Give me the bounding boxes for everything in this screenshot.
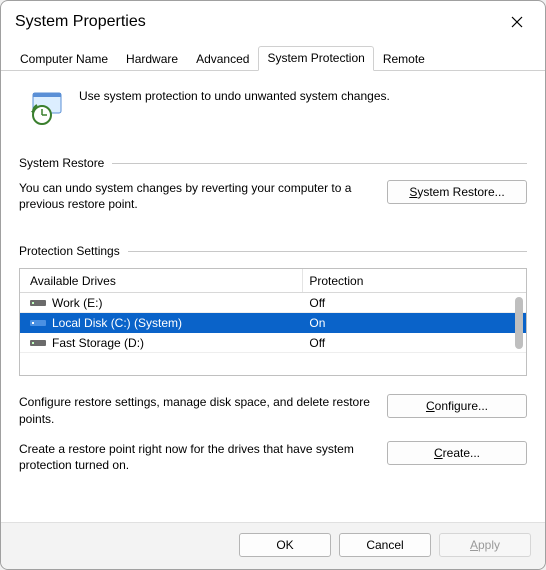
header-available-drives[interactable]: Available Drives <box>20 269 303 292</box>
configure-button[interactable]: Configure... <box>387 394 527 418</box>
section-label: Protection Settings <box>19 244 120 258</box>
drive-row[interactable]: Work (E:) Off <box>20 293 526 313</box>
drive-row[interactable]: Fast Storage (D:) Off <box>20 333 526 353</box>
drive-icon <box>30 337 46 349</box>
mnemonic: A <box>470 538 478 552</box>
button-text: ystem Restore... <box>417 185 504 199</box>
system-restore-row: You can undo system changes by reverting… <box>19 180 527 236</box>
drive-row[interactable]: Local Disk (C:) (System) On <box>20 313 526 333</box>
protection-settings-section-title: Protection Settings <box>19 244 527 258</box>
create-button[interactable]: Create... <box>387 441 527 465</box>
button-text: pply <box>478 538 500 552</box>
titlebar: System Properties <box>1 1 545 39</box>
system-restore-button[interactable]: System Restore... <box>387 180 527 204</box>
drive-icon <box>30 317 46 329</box>
close-button[interactable] <box>497 7 537 37</box>
scrollbar-thumb[interactable] <box>515 297 523 349</box>
drives-header: Available Drives Protection <box>20 269 526 293</box>
mnemonic: C <box>426 399 435 413</box>
close-icon <box>511 16 523 28</box>
tab-computer-name[interactable]: Computer Name <box>11 47 117 71</box>
dialog-footer: OK Cancel Apply <box>1 522 545 569</box>
mnemonic: S <box>409 185 417 199</box>
drives-table: Available Drives Protection Work (E:) Of… <box>20 269 526 375</box>
configure-text: Configure restore settings, manage disk … <box>19 394 375 426</box>
drive-name: Local Disk (C:) (System) <box>52 316 182 330</box>
drive-protection: Off <box>303 336 526 350</box>
configure-row: Configure restore settings, manage disk … <box>19 390 527 436</box>
system-properties-window: System Properties Computer Name Hardware… <box>0 0 546 570</box>
intro-row: Use system protection to undo unwanted s… <box>19 79 527 148</box>
tab-system-protection[interactable]: System Protection <box>258 46 373 71</box>
tab-content: Use system protection to undo unwanted s… <box>1 71 545 522</box>
system-restore-icon <box>27 85 67 128</box>
apply-button: Apply <box>439 533 531 557</box>
header-protection[interactable]: Protection <box>303 269 526 292</box>
button-text: reate... <box>443 446 480 460</box>
cancel-button[interactable]: Cancel <box>339 533 431 557</box>
drives-listbox[interactable]: Available Drives Protection Work (E:) Of… <box>19 268 527 376</box>
window-title: System Properties <box>15 13 146 31</box>
intro-text: Use system protection to undo unwanted s… <box>79 85 390 103</box>
tab-remote[interactable]: Remote <box>374 47 434 71</box>
tab-strip: Computer Name Hardware Advanced System P… <box>1 39 545 71</box>
tab-advanced[interactable]: Advanced <box>187 47 258 71</box>
drive-protection: Off <box>303 296 526 310</box>
tab-hardware[interactable]: Hardware <box>117 47 187 71</box>
drive-icon <box>30 297 46 309</box>
drive-protection: On <box>303 316 526 330</box>
drive-name: Work (E:) <box>52 296 102 310</box>
ok-button[interactable]: OK <box>239 533 331 557</box>
divider <box>128 251 527 252</box>
drive-name: Fast Storage (D:) <box>52 336 144 350</box>
create-text: Create a restore point right now for the… <box>19 441 375 473</box>
system-restore-section-title: System Restore <box>19 156 527 170</box>
section-label: System Restore <box>19 156 104 170</box>
mnemonic: C <box>434 446 443 460</box>
divider <box>112 163 527 164</box>
create-row: Create a restore point right now for the… <box>19 437 527 483</box>
button-text: onfigure... <box>435 399 488 413</box>
system-restore-text: You can undo system changes by reverting… <box>19 180 375 212</box>
